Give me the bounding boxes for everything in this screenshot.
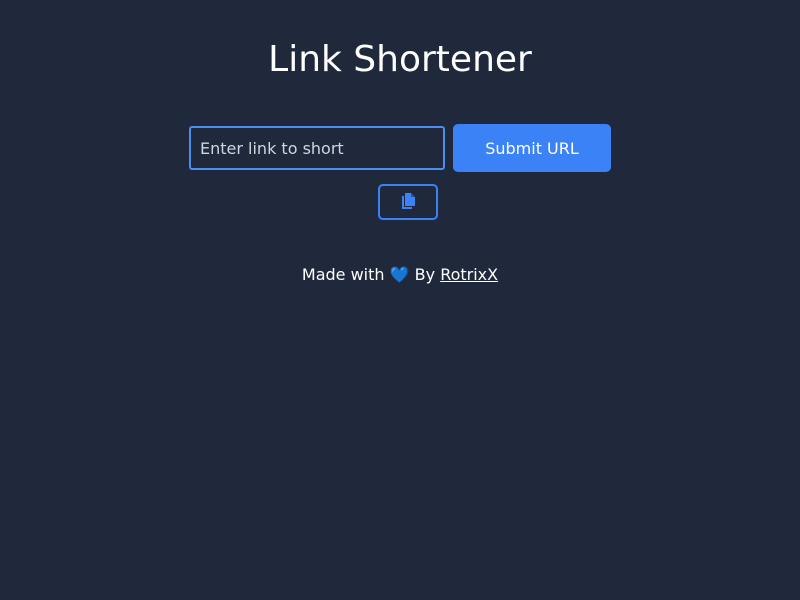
footer-by: By	[414, 265, 436, 284]
copy-icon	[400, 193, 416, 211]
footer-made-with: Made with	[301, 265, 385, 284]
author-link[interactable]: RotrixX	[440, 265, 498, 284]
url-input[interactable]	[189, 126, 445, 170]
copy-button[interactable]	[378, 184, 438, 220]
heart-icon: 💙	[389, 265, 410, 284]
page: Link Shortener Submit URL Made with 💙 By…	[0, 0, 800, 600]
shorten-form: Submit URL	[189, 124, 611, 172]
footer: Made with 💙 By RotrixX	[0, 264, 800, 286]
page-title: Link Shortener	[268, 39, 532, 80]
submit-url-button[interactable]: Submit URL	[453, 124, 611, 172]
